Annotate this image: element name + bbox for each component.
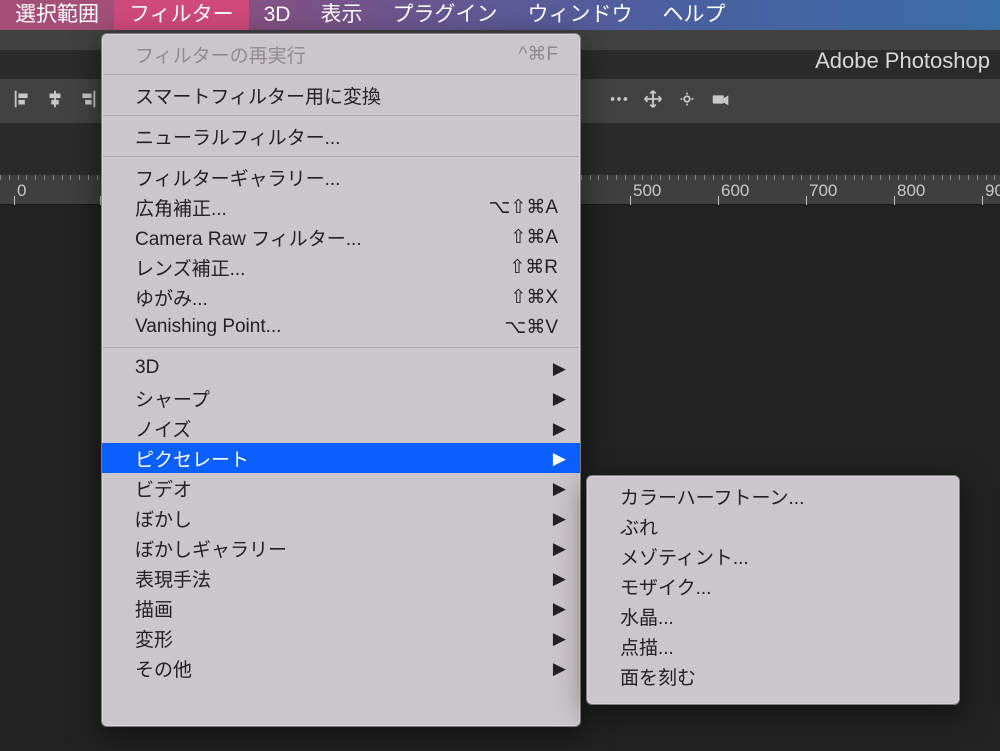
chevron-right-icon: ▶ [553, 449, 566, 469]
submenuitem-label: メゾティント... [620, 543, 937, 570]
chevron-right-icon: ▶ [553, 419, 566, 439]
chevron-right-icon: ▶ [553, 359, 566, 379]
chevron-right-icon: ▶ [553, 389, 566, 409]
submenuitem-面を刻む[interactable]: 面を刻む [587, 661, 959, 691]
menuitem-ぼかしギャラリー[interactable]: ぼかしギャラリー▶ [102, 533, 580, 563]
camera-icon[interactable] [710, 88, 736, 114]
menuitem-label: フィルターの再実行 [135, 41, 498, 68]
menuitem-shortcut: ⇧⌘R [509, 256, 558, 279]
chevron-right-icon: ▶ [553, 599, 566, 619]
menuitem-ニューラルフィルター...[interactable]: ニューラルフィルター... [102, 121, 580, 151]
chevron-right-icon: ▶ [553, 479, 566, 499]
menuitem-label: ぼかしギャラリー [135, 535, 558, 562]
submenuitem-ぶれ[interactable]: ぶれ [587, 511, 959, 541]
menu-プラグイン[interactable]: プラグイン [377, 0, 512, 30]
menuitem-Vanishing Point...[interactable]: Vanishing Point... ⌥⌘V [102, 312, 580, 342]
submenuitem-label: カラーハーフトーン... [620, 483, 937, 510]
menuitem-label: 広角補正... [135, 194, 469, 221]
menu-ウィンドウ[interactable]: ウィンドウ [512, 0, 647, 30]
menuitem-ぼかし[interactable]: ぼかし▶ [102, 503, 580, 533]
align-center-icon[interactable] [44, 88, 70, 114]
submenuitem-label: 点描... [620, 633, 937, 660]
menuitem-label: 描画 [135, 595, 558, 622]
menuitem-label: ビデオ [135, 475, 558, 502]
menuitem-広角補正...[interactable]: 広角補正... ⌥⇧⌘A [102, 192, 580, 222]
chevron-right-icon: ▶ [553, 569, 566, 589]
menuitem-Camera Raw フィルター...[interactable]: Camera Raw フィルター... ⇧⌘A [102, 222, 580, 252]
menu-選択範囲[interactable]: 選択範囲 [0, 0, 114, 30]
menu-ヘルプ[interactable]: ヘルプ [647, 0, 740, 30]
align-left-icon[interactable] [12, 88, 38, 114]
three-dots-icon[interactable] [608, 88, 634, 114]
menubar: 選択範囲フィルター3D表示プラグインウィンドウヘルプ [0, 0, 1000, 30]
menuitem-label: フィルターギャラリー... [135, 164, 558, 191]
chevron-right-icon: ▶ [553, 539, 566, 559]
submenuitem-カラーハーフトーン...[interactable]: カラーハーフトーン... [587, 481, 959, 511]
menuitem-label: ゆがみ... [135, 284, 490, 311]
menuitem-ゆがみ...[interactable]: ゆがみ... ⇧⌘X [102, 282, 580, 312]
menuitem-変形[interactable]: 変形▶ [102, 623, 580, 653]
menuitem-label: ノイズ [135, 415, 558, 442]
menuitem-label: Camera Raw フィルター... [135, 224, 490, 251]
menuitem-shortcut: ^⌘F [518, 43, 558, 66]
menuitem-label: ピクセレート [135, 445, 558, 472]
transform-icon[interactable] [676, 88, 702, 114]
menuitem-3D[interactable]: 3D▶ [102, 353, 580, 383]
chevron-right-icon: ▶ [553, 629, 566, 649]
chevron-right-icon: ▶ [553, 509, 566, 529]
menuitem-label: シャープ [135, 385, 558, 412]
menuitem-label: ぼかし [135, 505, 558, 532]
pixelate-submenu: カラーハーフトーン... ぶれメゾティント... モザイク... 水晶... 点描...… [586, 475, 960, 705]
menuitem-フィルターの再実行: フィルターの再実行 ^⌘F [102, 39, 580, 69]
app-title: Adobe Photoshop [815, 48, 990, 74]
submenuitem-label: 面を刻む [620, 663, 937, 690]
menuitem-label: 3D [135, 357, 558, 379]
menuitem-シャープ[interactable]: シャープ▶ [102, 383, 580, 413]
submenuitem-水晶...[interactable]: 水晶... [587, 601, 959, 631]
menuitem-ピクセレート[interactable]: ピクセレート▶ [102, 443, 580, 473]
menuitem-shortcut: ⌥⇧⌘A [489, 196, 559, 219]
menuitem-ビデオ[interactable]: ビデオ▶ [102, 473, 580, 503]
submenuitem-label: モザイク... [620, 573, 937, 600]
submenuitem-メゾティント...[interactable]: メゾティント... [587, 541, 959, 571]
submenuitem-モザイク...[interactable]: モザイク... [587, 571, 959, 601]
menuitem-label: Vanishing Point... [135, 316, 484, 338]
menuitem-label: 表現手法 [135, 565, 558, 592]
menuitem-label: レンズ補正... [135, 254, 489, 281]
align-right-icon[interactable] [76, 88, 102, 114]
chevron-right-icon: ▶ [553, 659, 566, 679]
menuitem-label: その他 [135, 655, 558, 682]
menuitem-スマートフィルター用に変換[interactable]: スマートフィルター用に変換 [102, 80, 580, 110]
submenuitem-label: ぶれ [620, 513, 937, 540]
filter-menu: フィルターの再実行 ^⌘F スマートフィルター用に変換ニューラルフィルター... フィ… [101, 33, 581, 727]
menuitem-その他[interactable]: その他▶ [102, 653, 580, 683]
menuitem-shortcut: ⌥⌘V [504, 316, 558, 339]
menuitem-ノイズ[interactable]: ノイズ▶ [102, 413, 580, 443]
menuitem-描画[interactable]: 描画▶ [102, 593, 580, 623]
submenuitem-label: 水晶... [620, 603, 937, 630]
menuitem-shortcut: ⇧⌘X [510, 286, 558, 309]
menuitem-レンズ補正...[interactable]: レンズ補正... ⇧⌘R [102, 252, 580, 282]
menuitem-shortcut: ⇧⌘A [510, 226, 558, 249]
menuitem-label: 変形 [135, 625, 558, 652]
move-icon[interactable] [642, 88, 668, 114]
menu-3D[interactable]: 3D [249, 0, 306, 30]
menu-フィルター[interactable]: フィルター [114, 0, 249, 30]
submenuitem-点描...[interactable]: 点描... [587, 631, 959, 661]
menuitem-label: ニューラルフィルター... [135, 123, 558, 150]
menuitem-label: スマートフィルター用に変換 [135, 82, 558, 109]
menu-表示[interactable]: 表示 [305, 0, 377, 30]
menuitem-フィルターギャラリー...[interactable]: フィルターギャラリー... [102, 162, 580, 192]
menuitem-表現手法[interactable]: 表現手法▶ [102, 563, 580, 593]
